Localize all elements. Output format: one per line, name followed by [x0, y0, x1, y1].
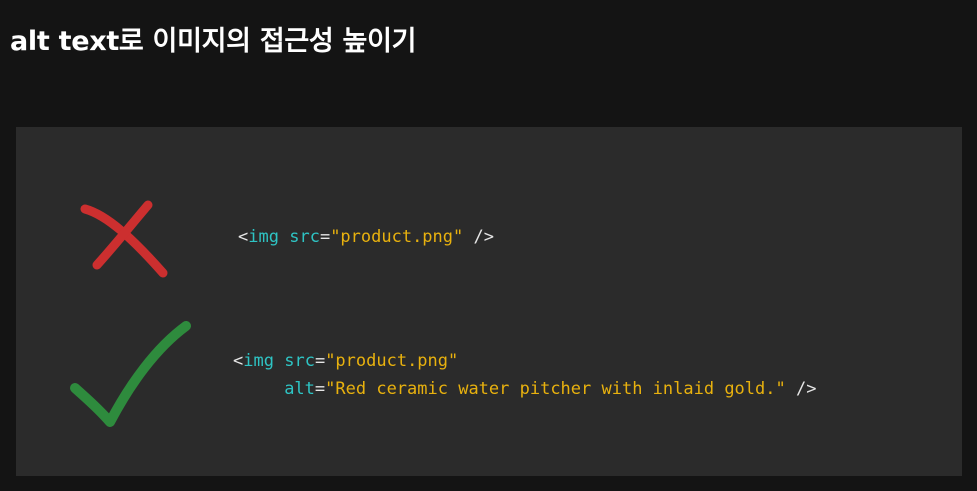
- code-line-2: alt="Red ceramic water pitcher with inla…: [233, 375, 816, 403]
- code-token-attr-src: src: [289, 227, 320, 247]
- code-example-without-alt: <img src="product.png" />: [238, 223, 494, 251]
- code-token-tag: img: [248, 227, 279, 247]
- code-token-attr-alt: alt: [284, 379, 315, 399]
- code-token-alt-value: "Red ceramic water pitcher with inlaid g…: [325, 379, 786, 399]
- code-token-equals: =: [314, 379, 326, 399]
- code-token-close: />: [463, 227, 494, 247]
- code-line-1: <img src="product.png": [233, 347, 816, 375]
- check-mark-icon: [70, 321, 191, 427]
- code-token-tag: img: [243, 351, 274, 371]
- cross-mark-icon: [80, 200, 168, 278]
- code-token-equals: =: [319, 227, 331, 247]
- code-token-open-bracket: <: [238, 227, 249, 247]
- code-token-attr-src: src: [284, 351, 315, 371]
- code-token-open-bracket: <: [233, 351, 244, 371]
- page-title: alt text로 이미지의 접근성 높이기: [10, 26, 417, 57]
- code-token-close: />: [785, 379, 817, 399]
- code-token-src-value: "product.png": [330, 227, 464, 247]
- code-token-equals: =: [314, 351, 326, 371]
- code-example-with-alt: <img src="product.png" alt="Red ceramic …: [233, 347, 816, 403]
- code-token-src-value: "product.png": [325, 351, 459, 371]
